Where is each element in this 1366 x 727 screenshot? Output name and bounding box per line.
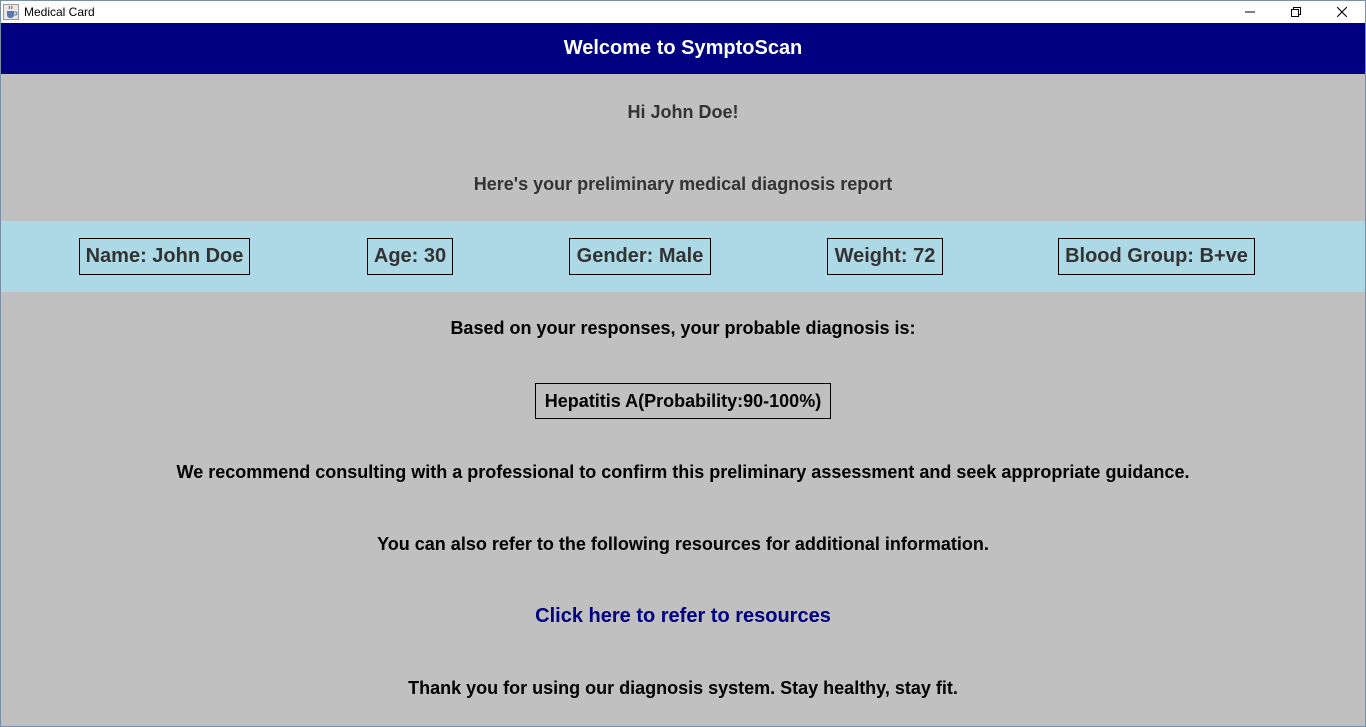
closing-text: Thank you for using our diagnosis system… [408, 678, 958, 698]
patient-info-band: Name: John Doe Age: 30 Gender: Male Weig… [1, 221, 1365, 292]
java-cup-icon [3, 4, 19, 20]
window-controls [1227, 1, 1365, 23]
medical-card-window: Medical Card Welcome to SymptoScan Hi Jo… [0, 0, 1366, 727]
report-intro-text: Here's your preliminary medical diagnosi… [473, 174, 893, 194]
recommendation-text: We recommend consulting with a professio… [176, 462, 1190, 482]
resources-link-row: Click here to refer to resources [1, 605, 1365, 628]
diagnosis-lead-text: Based on your responses, your probable d… [450, 318, 916, 338]
window-title: Medical Card [24, 5, 95, 19]
close-button[interactable] [1319, 1, 1365, 23]
restore-icon [1291, 7, 1301, 17]
patient-weight-label: Weight: 72 [827, 238, 943, 275]
patient-name-label: Name: John Doe [79, 238, 250, 275]
minimize-button[interactable] [1227, 1, 1273, 23]
app-title: Welcome to SymptoScan [563, 37, 803, 59]
patient-gender-label: Gender: Male [569, 238, 711, 275]
diagnosis-result-box: Hepatitis A(Probability:90-100%) [535, 383, 831, 419]
resources-lead-text: You can also refer to the following reso… [377, 534, 989, 554]
greeting-text: Hi John Doe! [627, 102, 739, 122]
close-icon [1337, 7, 1347, 17]
resources-link[interactable]: Click here to refer to resources [535, 605, 831, 627]
patient-blood-group-label: Blood Group: B+ve [1058, 238, 1255, 275]
restore-button[interactable] [1273, 1, 1319, 23]
minimize-icon [1245, 11, 1255, 13]
patient-age-label: Age: 30 [367, 238, 453, 275]
app-header: Welcome to SymptoScan [1, 23, 1365, 74]
window-titlebar[interactable]: Medical Card [1, 1, 1365, 23]
